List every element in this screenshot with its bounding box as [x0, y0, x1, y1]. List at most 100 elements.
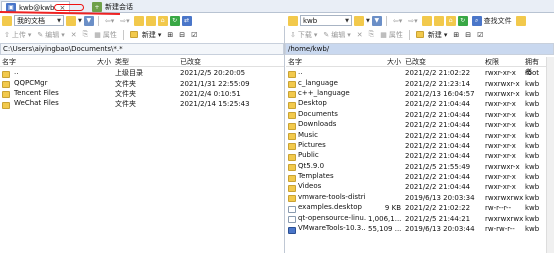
row-size: 55,109 ... — [368, 225, 402, 234]
close-icon[interactable]: × — [59, 4, 65, 12]
new-label: 新建 — [427, 30, 442, 39]
row-name-text: vmware-tools-distrib — [298, 192, 366, 201]
list-item[interactable]: qt-opensource-linu... 1,006,1... 2021/2/5 … — [286, 213, 546, 224]
rename-button[interactable]: ⎘ — [81, 29, 91, 40]
right-path-bar[interactable]: /home/kwb/ — [285, 43, 554, 55]
root-dir-icon[interactable] — [433, 15, 444, 26]
list-item[interactable]: Qt5.9.0 2021/2/5 21:55:49 rwxrwxr-x kwb — [286, 162, 546, 172]
row-name-text: Qt5.9.0 — [298, 161, 325, 170]
delete-button[interactable]: ✕ — [69, 29, 79, 40]
list-item[interactable]: Templates 2021/2/2 21:04:44 rwxr-xr-x kwb — [286, 172, 546, 182]
list-item[interactable]: examples.desktop 9 KB 2021/2/2 21:02:22 rw-… — [286, 203, 546, 213]
filter-icon[interactable]: ▼ — [371, 15, 382, 26]
chevron-down-icon: ▼ — [345, 17, 349, 24]
list-item[interactable]: VMwareTools-10.3.... 55,109 ... 2019/6/13 … — [286, 224, 546, 234]
new-button[interactable]: 新建 ▾ — [414, 29, 450, 40]
parent-dir-icon[interactable] — [421, 15, 432, 26]
rename-button[interactable]: ⎘ — [367, 29, 377, 40]
download-button[interactable]: ⇩ 下载 ▾ — [288, 29, 319, 40]
right-toolbar-nav: kwb ▼ ▼ ▼ ⇦▾ ⇨▾ ⌂ ↻ ⌕ 查找文件 — [286, 14, 554, 27]
right-scrollbar[interactable] — [546, 57, 554, 253]
col-name[interactable]: 名字 — [0, 57, 80, 66]
new-button[interactable]: 新建 ▾ — [128, 29, 164, 40]
col-name[interactable]: 名字 — [286, 57, 366, 66]
right-file-list: .. 2021/2/2 21:02:22 rwxr-xr-x root c_langua… — [286, 68, 546, 234]
filter-icon[interactable]: ▼ — [83, 15, 94, 26]
minus-button[interactable]: ⊟ — [177, 29, 187, 40]
list-item[interactable]: vmware-tools-distrib 2019/6/13 20:03:34 rw… — [286, 193, 546, 203]
minus-button[interactable]: ⊟ — [463, 29, 473, 40]
list-item[interactable]: c_language 2021/2/2 21:23:14 rwxrwxr-x kwb — [286, 78, 546, 89]
left-path-bar[interactable]: C:\Users\aiyingbao\Documents\*.* — [0, 43, 284, 55]
row-size: 1,006,1... — [368, 214, 402, 223]
sync-browse-icon[interactable] — [515, 15, 526, 26]
back-button[interactable]: ⇦▾ — [103, 15, 116, 26]
list-item[interactable]: Documents 2021/2/2 21:04:44 rwxr-xr-x kwb — [286, 110, 546, 120]
list-item[interactable]: Public 2021/2/2 21:04:44 rwxr-xr-x kwb — [286, 151, 546, 161]
back-button[interactable]: ⇦▾ — [391, 15, 404, 26]
col-type[interactable]: 类型 — [113, 57, 178, 66]
row-owner: kwb — [525, 100, 540, 109]
upload-button[interactable]: ⇧ 上传 ▾ — [2, 29, 33, 40]
list-item[interactable]: c++_language 2021/2/13 16:04:57 rwxrwxr-x k… — [286, 89, 546, 99]
folder-icon — [288, 112, 296, 120]
chevron-down-icon[interactable]: ▼ — [366, 18, 370, 24]
row-name: examples.desktop — [286, 203, 366, 213]
folder-icon — [288, 184, 296, 192]
forward-button[interactable]: ⇨▾ — [406, 15, 419, 26]
list-item[interactable]: Downloads 2021/2/2 21:04:44 rwxr-xr-x kwb — [286, 120, 546, 130]
col-size[interactable]: 大小 — [80, 57, 113, 66]
col-changed[interactable]: 已改变 — [178, 57, 278, 66]
row-changed: 2019/6/13 20:03:44 — [405, 225, 475, 234]
list-item[interactable]: Tencent Files 文件夹 2021/2/4 0:10:51 — [0, 89, 284, 99]
left-location-combo[interactable]: 我的文档 ▼ — [14, 15, 64, 26]
folder-icon — [288, 81, 296, 89]
check-button[interactable]: ☑ — [189, 29, 199, 40]
row-permissions: rwxr-xr-x — [485, 173, 516, 182]
list-item[interactable]: QQPCMgr 文件夹 2021/1/31 22:55:09 — [0, 78, 284, 89]
properties-label: 属性 — [102, 30, 117, 39]
row-type: 文件夹 — [115, 79, 136, 88]
list-item[interactable]: Pictures 2021/2/2 21:04:44 rwxr-xr-x kwb — [286, 141, 546, 151]
row-owner: kwb — [525, 79, 540, 88]
root-dir-icon[interactable] — [145, 15, 156, 26]
forward-button[interactable]: ⇨▾ — [118, 15, 131, 26]
row-owner: kwb — [525, 204, 540, 213]
check-button[interactable]: ☑ — [475, 29, 485, 40]
filter-folder-icon[interactable] — [66, 15, 76, 26]
parent-dir-icon[interactable] — [133, 15, 144, 26]
edit-button[interactable]: ✎ 编辑 ▾ — [321, 29, 352, 40]
list-item[interactable]: .. 2021/2/2 21:02:22 rwxr-xr-x root — [286, 68, 546, 78]
tab-kwb-session[interactable]: ▣ kwb@kwb × — [1, 1, 71, 13]
col-owner[interactable]: 拥有者 — [523, 57, 545, 76]
folder-icon — [2, 15, 12, 26]
right-location-combo[interactable]: kwb ▼ — [300, 15, 352, 26]
chevron-down-icon[interactable]: ▼ — [78, 18, 82, 24]
row-changed: 2021/2/4 0:10:51 — [180, 89, 241, 98]
delete-button[interactable]: ✕ — [355, 29, 365, 40]
find-files-button[interactable]: ⌕ 查找文件 — [470, 15, 514, 26]
tab-new-session[interactable]: + 新建会话 — [88, 1, 137, 13]
home-dir-icon[interactable]: ⌂ — [157, 15, 168, 26]
home-dir-icon[interactable]: ⌂ — [445, 15, 456, 26]
sync-icon[interactable]: ⇄ — [181, 15, 192, 26]
list-item[interactable]: Desktop 2021/2/2 21:04:44 rwxr-xr-x kwb — [286, 99, 546, 109]
col-permissions[interactable]: 权限 — [483, 57, 523, 66]
list-item[interactable]: WeChat Files 文件夹 2021/2/14 15:25:43 — [0, 99, 284, 109]
edit-button[interactable]: ✎ 编辑 ▾ — [35, 29, 66, 40]
refresh-icon[interactable]: ↻ — [457, 15, 468, 26]
pane-divider[interactable] — [284, 26, 285, 253]
list-item[interactable]: Videos 2021/2/2 21:04:44 rwxr-xr-x kwb — [286, 182, 546, 192]
plus-button[interactable]: ⊞ — [165, 29, 175, 40]
plus-button[interactable]: ⊞ — [451, 29, 461, 40]
list-item[interactable]: Music 2021/2/2 21:04:44 rwxr-xr-x kwb — [286, 130, 546, 141]
row-permissions: rwxrwxrwx — [485, 193, 523, 202]
properties-button[interactable]: ▦ 属性 — [92, 29, 119, 40]
col-changed[interactable]: 已改变 — [403, 57, 483, 66]
row-changed: 2021/2/2 21:04:44 — [405, 152, 471, 161]
filter-folder-icon[interactable] — [354, 15, 364, 26]
properties-button[interactable]: ▦ 属性 — [378, 29, 405, 40]
list-item[interactable]: .. 上级目录 2021/2/5 20:20:05 — [0, 68, 284, 78]
refresh-icon[interactable]: ↻ — [169, 15, 180, 26]
col-size[interactable]: 大小 — [366, 57, 403, 66]
